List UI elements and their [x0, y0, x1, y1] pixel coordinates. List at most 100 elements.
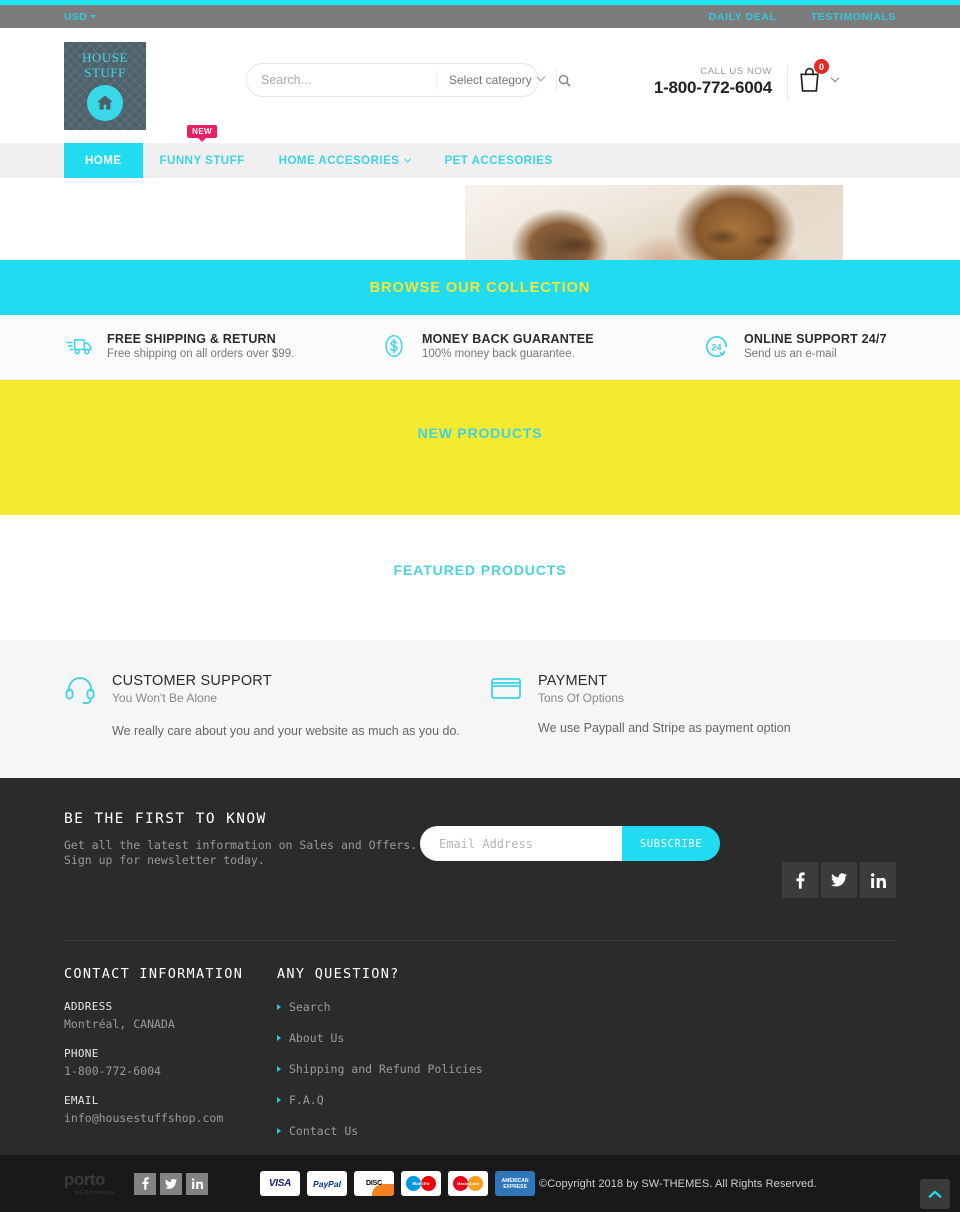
- shopping-bag-icon: 0: [797, 59, 829, 96]
- porto-brand-sub: eCommerce: [75, 1188, 115, 1196]
- footer-questions-title: ANY QUESTION?: [277, 966, 400, 982]
- new-badge: NEW: [187, 125, 218, 138]
- support-body: We really care about you and your websit…: [112, 724, 460, 738]
- paypal-label: PayPal: [313, 1178, 341, 1189]
- newsletter-sub-line-2: Sign up for newsletter today.: [64, 853, 265, 867]
- footer-address-label: ADDRESS: [64, 1000, 113, 1013]
- cart-count-badge: 0: [814, 59, 829, 74]
- nav-label-funny-stuff: FUNNY STUFF: [159, 154, 245, 167]
- arrow-right-icon: [277, 1004, 281, 1010]
- hero-banner[interactable]: [0, 178, 960, 260]
- newsletter-social-links: [782, 862, 896, 898]
- arrow-right-icon: [277, 1066, 281, 1072]
- footer-link-search[interactable]: Search: [277, 1000, 637, 1014]
- amex-icon: AMERICAN EXPRESS: [495, 1171, 535, 1196]
- cart-button[interactable]: 0: [797, 59, 840, 96]
- footer-phone-value: 1-800-772-6004: [64, 1064, 161, 1078]
- support-subtitle: Tons Of Options: [538, 691, 625, 705]
- footer-link-label: Shipping and Refund Policies: [289, 1062, 483, 1076]
- headset-icon: [64, 673, 98, 708]
- topbar-link-testimonials[interactable]: TESTIMONIALS: [811, 11, 896, 23]
- twitter-icon[interactable]: [160, 1172, 182, 1195]
- footer-contact-title: CONTACT INFORMATION: [64, 966, 244, 982]
- twitter-icon[interactable]: [821, 862, 857, 898]
- browse-collection-title: BROWSE OUR COLLECTION: [369, 279, 591, 296]
- header-divider: [787, 66, 788, 100]
- feature-title: ONLINE SUPPORT 24/7: [744, 332, 887, 346]
- truck-icon: [64, 335, 94, 357]
- topbar-link-daily-deal[interactable]: DAILY DEAL: [709, 11, 777, 23]
- support-title: CUSTOMER SUPPORT: [112, 673, 272, 689]
- credit-card-icon: [490, 673, 524, 704]
- scroll-to-top-icon[interactable]: [920, 1179, 950, 1209]
- facebook-icon[interactable]: [134, 1172, 156, 1195]
- footer-questions-column: ANY QUESTION? Search About Us Shipping a…: [277, 966, 637, 1155]
- nav-item-pet-accesories[interactable]: PET ACCESORIES: [427, 143, 569, 178]
- nav-item-home-accesories[interactable]: HOME ACCESORIES: [262, 143, 428, 178]
- chevron-down-icon: [90, 15, 97, 19]
- feature-title: FREE SHIPPING & RETURN: [107, 332, 276, 346]
- footer-link-shipping-refund[interactable]: Shipping and Refund Policies: [277, 1062, 637, 1076]
- search-button[interactable]: [555, 69, 572, 91]
- search-category-select[interactable]: Select category: [436, 70, 556, 90]
- footer-contact-column: CONTACT INFORMATION ADDRESS Montréal, CA…: [64, 966, 277, 1155]
- newsletter-sub-line-1: Get all the latest information on Sales …: [64, 838, 418, 852]
- newsletter-text: BE THE FIRST TO KNOW Get all the latest …: [64, 811, 424, 929]
- topbar-left: USD: [64, 10, 97, 23]
- feature-free-shipping: FREE SHIPPING & RETURN Free shipping on …: [64, 332, 379, 360]
- maestro-label: Maestro: [412, 1181, 430, 1186]
- discover-label: DISC: [366, 1180, 382, 1187]
- currency-label: USD: [64, 10, 88, 23]
- subscribe-button[interactable]: SUBSCRIBE: [622, 826, 720, 861]
- porto-brand-name: porto: [64, 1169, 105, 1189]
- hero-image: [465, 185, 843, 260]
- footer-link-label: Contact Us: [289, 1124, 359, 1138]
- footer-email-value: info@housestuffshop.com: [64, 1111, 224, 1125]
- newsletter-form: SUBSCRIBE: [420, 826, 720, 861]
- nav-label-pet-accesories: PET ACCESORIES: [444, 154, 553, 167]
- feature-subtitle: Send us an e-mail: [744, 348, 837, 360]
- email-input[interactable]: [420, 826, 622, 861]
- mastercard-label: MasterCard: [456, 1181, 479, 1186]
- nav-item-home[interactable]: HOME: [64, 143, 143, 178]
- nav-label-home-accesories: HOME ACCESORIES: [278, 154, 400, 167]
- featured-products-section: FEATURED PRODUCTS: [0, 515, 960, 640]
- site-logo[interactable]: HOUSE STUFF: [64, 41, 146, 130]
- footer-email-label: EMAIL: [64, 1094, 99, 1107]
- search-category-label: Select category: [449, 73, 532, 87]
- support-payment-section: CUSTOMER SUPPORT You Won't Be Alone We r…: [0, 640, 960, 778]
- call-us-number: 1-800-772-6004: [653, 78, 772, 97]
- feature-money-back: MONEY BACK GUARANTEE 100% money back gua…: [379, 332, 701, 360]
- footer-link-faq[interactable]: F.A.Q: [277, 1093, 637, 1107]
- new-products-section: NEW PRODUCTS: [0, 380, 960, 515]
- footer-link-label: Search: [289, 1000, 331, 1014]
- search-input[interactable]: [247, 64, 436, 96]
- linkedin-icon[interactable]: [860, 862, 896, 898]
- nav-label-home: HOME: [85, 154, 122, 167]
- arrow-right-icon: [277, 1128, 281, 1134]
- porto-brand-logo: porto eCommerce: [64, 1169, 126, 1196]
- facebook-icon[interactable]: [782, 862, 818, 898]
- footer-link-contact-us[interactable]: Contact Us: [277, 1124, 637, 1138]
- nav-item-funny-stuff[interactable]: NEW FUNNY STUFF: [143, 125, 262, 178]
- topbar-links: DAILY DEAL TESTIMONIALS: [709, 11, 896, 23]
- dollar-badge-icon: [379, 333, 409, 359]
- featured-products-title: FEATURED PRODUCTS: [393, 562, 567, 578]
- support-subtitle: You Won't Be Alone: [112, 691, 218, 705]
- support-title: PAYMENT: [538, 673, 608, 689]
- discover-icon: DISC: [354, 1171, 394, 1196]
- site-footer: CONTACT INFORMATION ADDRESS Montréal, CA…: [0, 929, 960, 1155]
- topbar: USD DAILY DEAL TESTIMONIALS: [0, 5, 960, 28]
- linkedin-icon[interactable]: [186, 1172, 208, 1195]
- feature-title: MONEY BACK GUARANTEE: [422, 332, 594, 346]
- logo-line-2: STUFF: [84, 65, 126, 80]
- currency-selector[interactable]: USD: [64, 10, 97, 23]
- footer-link-label: About Us: [289, 1031, 345, 1045]
- footer-link-about-us[interactable]: About Us: [277, 1031, 637, 1045]
- maestro-icon: Maestro: [401, 1171, 441, 1196]
- house-icon: [87, 85, 123, 121]
- page-root: USD DAILY DEAL TESTIMONIALS HOUSE STUFF: [0, 0, 960, 1212]
- footer-link-label: F.A.Q: [289, 1093, 324, 1107]
- payment-methods: VISA PayPal DISC Maestro MasterCard AMER…: [260, 1171, 535, 1196]
- feature-online-support: 24 ONLINE SUPPORT 24/7 Send us an e-mail: [701, 332, 896, 360]
